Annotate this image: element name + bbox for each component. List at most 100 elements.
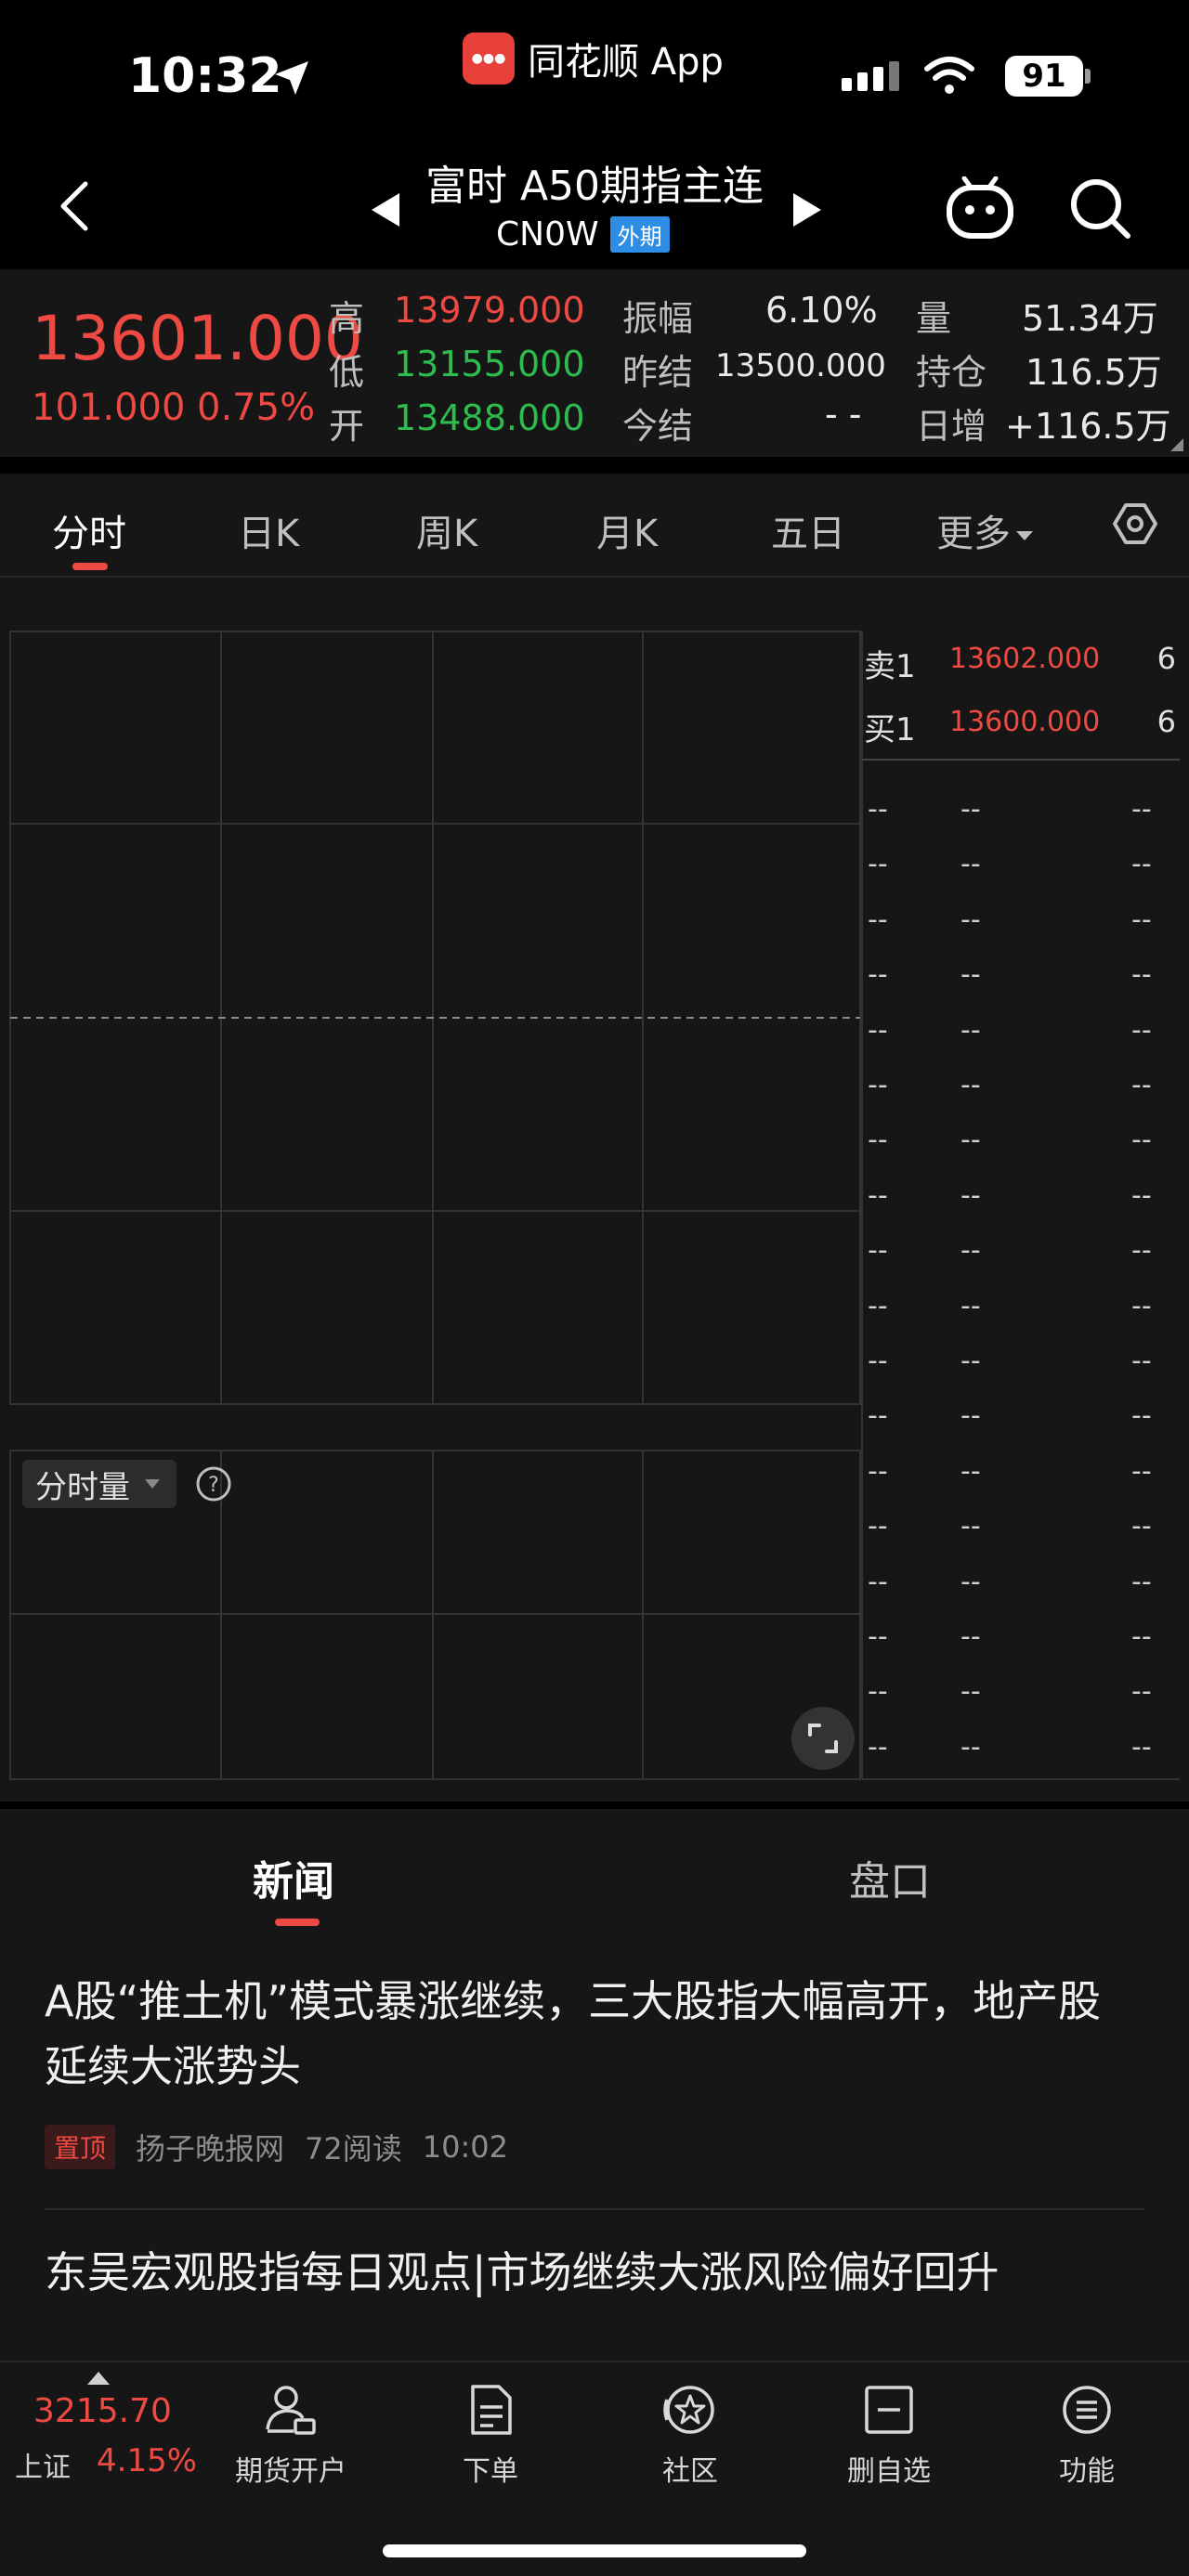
tick-time: -- <box>868 1730 888 1763</box>
trade-tick-row: -- -- -- <box>862 1345 1189 1399</box>
person-card-icon <box>266 2386 316 2435</box>
bid-volume: 6 <box>1156 704 1176 739</box>
tick-price: -- <box>960 1069 981 1101</box>
caret-up-icon <box>87 2372 110 2385</box>
volume-indicator-label: 分时量 <box>35 1468 130 1506</box>
tick-time: -- <box>868 903 888 936</box>
tick-volume: -- <box>1131 1620 1152 1653</box>
tick-price: -- <box>960 1178 981 1212</box>
nav-functions[interactable]: 功能 <box>1017 2381 1156 2489</box>
tick-time: -- <box>868 1124 888 1157</box>
trade-tick-row: -- -- -- <box>862 848 1189 903</box>
nav-remove-watchlist[interactable]: 删自选 <box>819 2381 959 2489</box>
ask-label: 卖1 <box>864 648 916 685</box>
help-icon[interactable]: ? <box>195 1465 232 1503</box>
trade-tick-row: -- -- -- <box>862 1124 1189 1178</box>
nav-community[interactable]: 社区 <box>621 2381 760 2489</box>
tick-price: -- <box>960 1013 981 1047</box>
tick-volume: -- <box>1131 1565 1152 1598</box>
tick-price: -- <box>960 1234 981 1268</box>
bid-label: 买1 <box>864 711 916 748</box>
tick-time: -- <box>868 1289 888 1322</box>
trade-tick-row: -- -- -- <box>862 958 1189 1013</box>
fullscreen-button[interactable] <box>791 1707 855 1770</box>
tick-time: -- <box>868 1345 888 1377</box>
tick-price: -- <box>960 1124 981 1157</box>
tick-volume: -- <box>1131 903 1152 936</box>
tick-time: -- <box>868 1399 888 1433</box>
trade-tick-row: -- -- -- <box>862 1566 1189 1620</box>
tick-time: -- <box>868 1013 888 1047</box>
trade-tick-row: -- -- -- <box>862 1455 1189 1510</box>
tick-time: -- <box>868 1178 888 1212</box>
nav-label: 期货开户 <box>235 2455 346 2488</box>
tick-volume: -- <box>1131 1454 1152 1488</box>
trade-tick-row: -- -- -- <box>862 1179 1189 1234</box>
menu-circle-icon <box>1063 2386 1111 2434</box>
nav-place-order[interactable]: 下单 <box>421 2381 560 2489</box>
tick-price: -- <box>960 1454 981 1488</box>
tick-price: -- <box>960 1730 981 1763</box>
tick-price: -- <box>960 903 981 936</box>
nav-label: 删自选 <box>847 2455 931 2488</box>
index-name: 上证 <box>15 2452 71 2484</box>
bottom-nav: 3215.70 上证 4.15% 期货开户 下单 社区 删自选 功能 <box>0 2361 1189 2576</box>
news-time: 10:02 <box>422 2129 508 2165</box>
tick-volume: -- <box>1131 958 1152 992</box>
tick-price: -- <box>960 1289 981 1322</box>
trade-tick-row: -- -- -- <box>862 1731 1189 1786</box>
tick-volume: -- <box>1131 1675 1152 1709</box>
document-icon <box>471 2385 512 2435</box>
tick-time: -- <box>868 1620 888 1653</box>
tick-volume: -- <box>1131 1013 1152 1047</box>
index-value: 3215.70 <box>33 2392 172 2430</box>
tick-price: -- <box>960 793 981 826</box>
trade-tick-row: -- -- -- <box>862 1510 1189 1565</box>
news-source: 扬子晚报网 <box>136 2131 285 2166</box>
svg-text:?: ? <box>208 1474 219 1497</box>
tick-volume: -- <box>1131 1069 1152 1101</box>
minus-square-icon <box>865 2386 913 2434</box>
tick-time: -- <box>868 1565 888 1598</box>
tick-time: -- <box>868 793 888 826</box>
active-news-tab-indicator <box>275 1919 320 1926</box>
news-section: 新闻 盘口 A股“推土机”模式暴涨继续，三大股指大幅高开，地产股延续大涨势头 置… <box>0 1809 1189 2361</box>
trade-tick-row: -- -- -- <box>862 1399 1189 1454</box>
tick-time: -- <box>868 1675 888 1709</box>
news-item-title[interactable]: 东吴宏观股指每日观点|市场继续大涨风险偏好回升 <box>45 2240 1141 2305</box>
tick-volume: -- <box>1131 1345 1152 1377</box>
trade-tick-row: -- -- -- <box>862 904 1189 958</box>
tick-time: -- <box>868 958 888 992</box>
news-divider <box>45 2208 1144 2210</box>
tick-volume: -- <box>1131 1510 1152 1543</box>
tick-volume: -- <box>1131 1234 1152 1268</box>
home-indicator[interactable] <box>383 2544 806 2557</box>
community-star-icon <box>663 2386 714 2434</box>
trade-tick-row: -- -- -- <box>862 1014 1189 1069</box>
volume-indicator-select[interactable]: 分时量 <box>22 1460 176 1508</box>
bid-price: 13600.000 <box>949 706 1101 738</box>
news-item-meta: 置顶 扬子晚报网 72阅读 10:02 <box>45 2125 508 2169</box>
index-change-pct: 4.15% <box>97 2442 198 2479</box>
tick-price: -- <box>960 1675 981 1709</box>
tick-time: -- <box>868 1069 888 1101</box>
tick-time: -- <box>868 848 888 881</box>
news-item-title[interactable]: A股“推土机”模式暴涨继续，三大股指大幅高开，地产股延续大涨势头 <box>45 1969 1141 2099</box>
tick-time: -- <box>868 1510 888 1543</box>
ask-price: 13602.000 <box>949 643 1101 675</box>
tick-price: -- <box>960 1399 981 1433</box>
bid-row: 买1 13600.000 6 <box>862 704 1189 760</box>
expand-icon <box>808 1724 838 1753</box>
news-reads: 72阅读 <box>305 2131 402 2166</box>
nav-label: 功能 <box>1059 2455 1115 2488</box>
tick-price: -- <box>960 958 981 992</box>
tick-price: -- <box>960 1510 981 1543</box>
tick-volume: -- <box>1131 793 1152 826</box>
tab-news[interactable]: 新闻 <box>253 1848 334 1907</box>
caret-down-icon <box>145 1479 160 1489</box>
trade-tick-row: -- -- -- <box>862 1290 1189 1345</box>
tab-order-book[interactable]: 盘口 <box>849 1848 931 1907</box>
nav-futures-account[interactable]: 期货开户 <box>221 2381 360 2489</box>
trade-tick-row: -- -- -- <box>862 1675 1189 1730</box>
tick-volume: -- <box>1131 1289 1152 1322</box>
